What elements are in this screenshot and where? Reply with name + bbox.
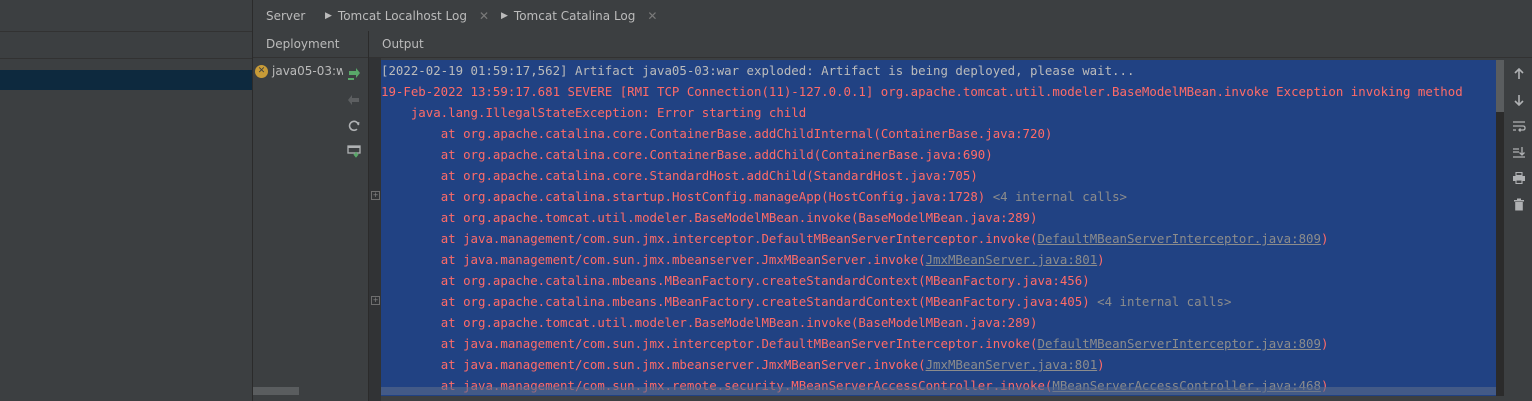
console-text: at org.apache.catalina.mbeans.MBeanFacto… — [440, 273, 1090, 288]
console-indent — [381, 168, 441, 183]
console-text: at java.management/com.sun.jmx.mbeanserv… — [440, 252, 926, 267]
undeploy-icon[interactable] — [346, 92, 362, 108]
source-link[interactable]: JmxMBeanServer.java:801 — [926, 357, 1098, 372]
console-indent — [381, 231, 441, 246]
source-link[interactable]: DefaultMBeanServerInterceptor.java:809 — [1037, 231, 1320, 246]
play-icon: ▶ — [501, 10, 508, 21]
console-text: at org.apache.catalina.startup.HostConfi… — [440, 189, 993, 204]
console-output[interactable]: [2022-02-19 01:59:17,562] Artifact java0… — [381, 60, 1496, 396]
console-toolbar — [1506, 58, 1532, 401]
tab-label: Server — [266, 8, 306, 23]
tab-tomcat-catalina-log[interactable]: ▶ Tomcat Catalina Log ✕ — [491, 0, 667, 31]
left-panel — [0, 0, 253, 401]
console-indent — [381, 336, 441, 351]
console-line: 19-Feb-2022 13:59:17.681 SEVERE [RMI TCP… — [381, 81, 1496, 102]
update-resources-icon[interactable] — [346, 143, 362, 159]
console-text: at org.apache.catalina.mbeans.MBeanFacto… — [440, 294, 1098, 309]
print-icon[interactable] — [1511, 170, 1527, 186]
console-text: at java.management/com.sun.jmx.intercept… — [440, 336, 1038, 351]
console-text: at org.apache.catalina.core.ContainerBas… — [440, 126, 1053, 141]
console-line: at java.management/com.sun.jmx.intercept… — [381, 228, 1496, 249]
console-line: at org.apache.tomcat.util.modeler.BaseMo… — [381, 207, 1496, 228]
console-line: java.lang.IllegalStateException: Error s… — [381, 102, 1496, 123]
console-text: at java.management/com.sun.jmx.intercept… — [440, 231, 1038, 246]
tab-bar: Server ▶ Tomcat Localhost Log ✕ ▶ Tomcat… — [253, 0, 1532, 32]
internal-calls-label[interactable]: <4 internal calls> — [1097, 294, 1231, 309]
internal-calls-label[interactable]: <4 internal calls> — [993, 189, 1127, 204]
up-arrow-icon[interactable] — [1511, 66, 1527, 82]
error-icon: ✕ — [255, 64, 268, 78]
console-indent — [381, 126, 441, 141]
console-text: java.lang.IllegalStateException: Error s… — [410, 105, 807, 120]
console-indent — [381, 294, 441, 309]
tab-label: Tomcat Localhost Log — [337, 8, 467, 23]
deployment-scrollbar[interactable] — [253, 387, 299, 395]
deployment-header: Deployment — [253, 31, 368, 58]
tab-server[interactable]: Server — [256, 0, 315, 31]
left-panel-header — [0, 32, 252, 59]
console-indent — [381, 105, 411, 120]
console-line: at org.apache.catalina.core.StandardHost… — [381, 165, 1496, 186]
source-link[interactable]: DefaultMBeanServerInterceptor.java:809 — [1037, 336, 1320, 351]
console-text: ) — [1320, 231, 1329, 246]
left-panel-selected-row[interactable] — [0, 70, 252, 90]
deploy-icon[interactable] — [346, 66, 362, 82]
close-icon[interactable]: ✕ — [479, 9, 489, 23]
console-line: at org.apache.tomcat.util.modeler.BaseMo… — [381, 312, 1496, 333]
console-line: at java.management/com.sun.jmx.mbeanserv… — [381, 249, 1496, 270]
console-indent — [381, 315, 441, 330]
console-gutter: + + — [369, 58, 381, 401]
soft-wrap-icon[interactable] — [1511, 118, 1527, 134]
trash-icon[interactable] — [1511, 196, 1527, 212]
deployment-panel: Deployment ✕ java05-03:war exploded — [253, 31, 369, 401]
output-header: Output — [369, 31, 1532, 58]
console-horizontal-scrollbar[interactable] — [381, 387, 1496, 395]
refresh-icon[interactable] — [346, 118, 362, 134]
console-text: at org.apache.catalina.core.ContainerBas… — [440, 147, 993, 162]
console-text: at java.management/com.sun.jmx.mbeanserv… — [440, 357, 926, 372]
console-line: at org.apache.catalina.core.ContainerBas… — [381, 123, 1496, 144]
console-line: at org.apache.catalina.startup.HostConfi… — [381, 186, 1496, 207]
console-indent — [381, 147, 441, 162]
console-indent — [381, 357, 441, 372]
console-indent — [381, 252, 441, 267]
console-line: at org.apache.catalina.mbeans.MBeanFacto… — [381, 291, 1496, 312]
console-indent — [381, 273, 441, 288]
deployment-item[interactable]: ✕ java05-03:war exploded — [255, 62, 343, 80]
scroll-to-end-icon[interactable] — [1511, 144, 1527, 160]
console-indent — [381, 210, 441, 225]
console-text: ) — [1097, 252, 1105, 267]
tab-label: Tomcat Catalina Log — [513, 8, 636, 23]
deployment-item-label: java05-03:war exploded — [272, 64, 343, 78]
left-panel-toolbar — [0, 0, 252, 32]
tab-tomcat-localhost-log[interactable]: ▶ Tomcat Localhost Log ✕ — [315, 0, 499, 31]
console-line: at org.apache.catalina.mbeans.MBeanFacto… — [381, 270, 1496, 291]
play-icon: ▶ — [325, 10, 332, 21]
console-indent — [381, 189, 441, 204]
console-text: at org.apache.catalina.core.StandardHost… — [440, 168, 978, 183]
console-text: ) — [1097, 357, 1105, 372]
console-text: [2022-02-19 01:59:17,562] Artifact java0… — [381, 63, 1135, 78]
down-arrow-icon[interactable] — [1511, 92, 1527, 108]
console-line: [2022-02-19 01:59:17,562] Artifact java0… — [381, 60, 1496, 81]
console-text: at org.apache.tomcat.util.modeler.BaseMo… — [440, 210, 1038, 225]
console-text: 19-Feb-2022 13:59:17.681 SEVERE [RMI TCP… — [381, 84, 1463, 99]
console-text: ) — [1320, 336, 1329, 351]
console-vertical-scrollbar-thumb[interactable] — [1496, 60, 1504, 112]
console-text: at org.apache.tomcat.util.modeler.BaseMo… — [440, 315, 1038, 330]
fold-expand-icon[interactable]: + — [371, 296, 380, 305]
source-link[interactable]: JmxMBeanServer.java:801 — [926, 252, 1098, 267]
console-line: at org.apache.catalina.core.ContainerBas… — [381, 144, 1496, 165]
close-icon[interactable]: ✕ — [647, 9, 657, 23]
fold-expand-icon[interactable]: + — [371, 191, 380, 200]
console-line: at java.management/com.sun.jmx.intercept… — [381, 333, 1496, 354]
console-line: at java.management/com.sun.jmx.mbeanserv… — [381, 354, 1496, 375]
